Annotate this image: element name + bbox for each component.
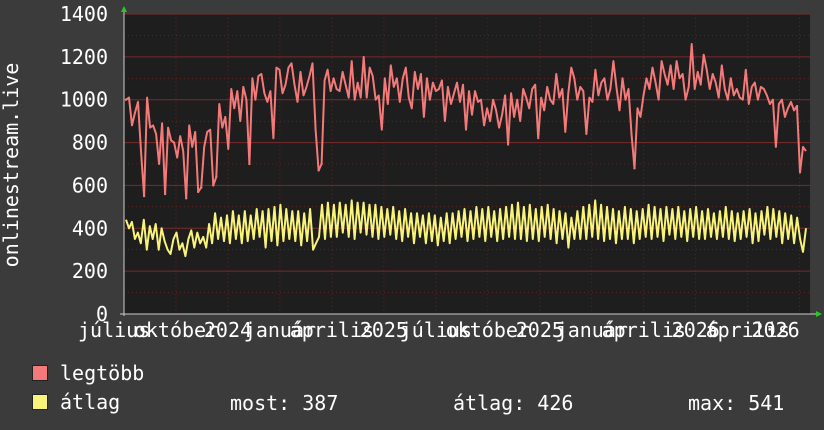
y-axis-arrow bbox=[121, 6, 127, 12]
stat-average-value: 426 bbox=[537, 391, 574, 415]
stat-current-label: most: bbox=[230, 391, 291, 415]
x-axis-ticks: júliusoktóber2024januáráprilis2025július… bbox=[78, 318, 800, 342]
series-point-legtobb bbox=[200, 186, 203, 189]
y-tick-label: 1200 bbox=[60, 45, 108, 69]
plot-area bbox=[124, 14, 810, 314]
y-axis-label: onlinestream.live bbox=[0, 63, 23, 268]
stat-max: max: 541 bbox=[688, 391, 784, 415]
x-tick-label: 2026 bbox=[752, 318, 800, 342]
stat-current: most: 387 bbox=[230, 391, 338, 415]
series-point-legtobb bbox=[317, 169, 320, 172]
y-tick-label: 400 bbox=[72, 216, 108, 240]
series-point-legtobb bbox=[185, 197, 188, 200]
legend-swatch-atlag bbox=[32, 394, 48, 410]
series-point-legtobb bbox=[124, 98, 128, 101]
series-point-legtobb bbox=[320, 162, 323, 166]
x-axis-arrow bbox=[816, 311, 822, 317]
y-axis-ticks: 0200400600800100012001400 bbox=[60, 2, 108, 326]
series-point-legtobb bbox=[197, 190, 200, 194]
stat-max-value: 541 bbox=[748, 391, 785, 415]
series-point-legtobb bbox=[633, 167, 636, 170]
series-point-legtobb bbox=[215, 175, 218, 179]
stat-average: átlag: 426 bbox=[453, 391, 573, 415]
y-tick-label: 200 bbox=[72, 259, 108, 283]
y-tick-label: 800 bbox=[72, 131, 108, 155]
legend-label-legtobb: legtöbb bbox=[60, 361, 145, 385]
series-point-legtobb bbox=[212, 184, 215, 187]
stat-average-label: átlag: bbox=[453, 391, 526, 415]
series-point-legtobb bbox=[142, 194, 146, 198]
legend-item-atlag: átlag bbox=[32, 391, 120, 413]
y-tick-label: 600 bbox=[72, 173, 108, 197]
series-point-legtobb bbox=[248, 162, 251, 166]
legend-item-legtobb: legtöbb bbox=[32, 362, 144, 384]
legend-swatch-legtobb bbox=[32, 365, 48, 381]
stat-max-label: max: bbox=[688, 391, 737, 415]
y-tick-label: 1400 bbox=[60, 2, 108, 26]
series-point-legtobb bbox=[795, 104, 799, 108]
series-point-legtobb bbox=[163, 192, 167, 196]
y-tick-label: 1000 bbox=[60, 88, 108, 112]
stat-current-value: 387 bbox=[302, 391, 339, 415]
legend-label-atlag: átlag bbox=[60, 390, 121, 414]
line-chart: 0200400600800100012001400 júliusoktóber2… bbox=[0, 2, 822, 342]
